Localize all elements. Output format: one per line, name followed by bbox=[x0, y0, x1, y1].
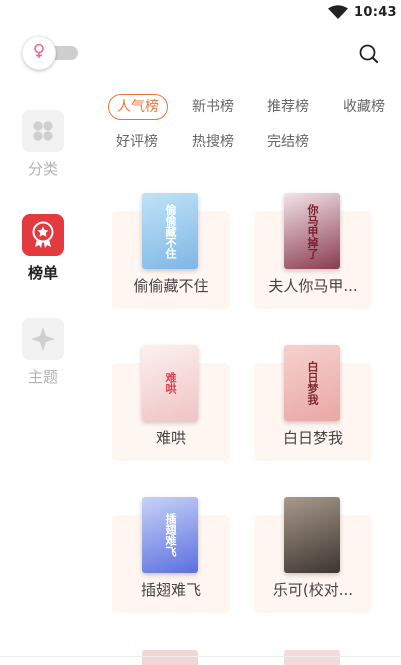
book-item[interactable]: 插翅难飞 插翅难飞 bbox=[112, 497, 230, 613]
tab-top-rated[interactable]: 好评榜 bbox=[116, 129, 158, 155]
book-item[interactable]: 白日梦我 白日梦我 bbox=[254, 345, 372, 461]
cover-text: 偷偷藏不住 bbox=[164, 203, 177, 259]
tab-recommended[interactable]: 推荐榜 bbox=[267, 94, 309, 120]
sidebar-item-label: 榜单 bbox=[27, 264, 58, 282]
sidebar-item-ranking[interactable]: 榜单 bbox=[18, 214, 68, 283]
ranking-icon bbox=[22, 214, 64, 256]
book-title: 白日梦我 bbox=[282, 429, 343, 447]
book-cover: 偷偷藏不住 bbox=[142, 193, 198, 269]
bottom-divider bbox=[0, 656, 401, 657]
book-title: 难哄 bbox=[155, 429, 186, 447]
tab-popular[interactable]: 人气榜 bbox=[108, 94, 168, 120]
tab-completed[interactable]: 完结榜 bbox=[267, 129, 309, 155]
sidebar-item-label: 分类 bbox=[27, 160, 58, 178]
book-cover bbox=[284, 497, 340, 573]
book-item[interactable]: 你马甲掉了 夫人你马甲... bbox=[254, 193, 372, 309]
search-button[interactable] bbox=[357, 42, 381, 66]
book-cover: 你马甲掉了 bbox=[284, 193, 340, 269]
book-cover: 白日梦我 bbox=[284, 345, 340, 421]
book-item[interactable]: 乐可(校对... bbox=[254, 497, 372, 613]
cover-text: 你马甲掉了 bbox=[306, 203, 319, 259]
book-item[interactable]: 偷偷藏不住 偷偷藏不住 bbox=[112, 193, 230, 309]
book-cover: 插翅难飞 bbox=[142, 497, 198, 573]
female-icon bbox=[32, 43, 46, 63]
toggle-knob bbox=[22, 36, 56, 70]
status-bar: 10:43 bbox=[0, 0, 401, 26]
book-cover: 难哄 bbox=[142, 345, 198, 421]
tab-new[interactable]: 新书榜 bbox=[192, 94, 234, 120]
book-item[interactable]: 难哄 难哄 bbox=[112, 345, 230, 461]
tab-favorites[interactable]: 收藏榜 bbox=[343, 94, 385, 120]
cover-text bbox=[284, 497, 340, 573]
theme-icon bbox=[22, 318, 64, 360]
tab-hot-search[interactable]: 热搜榜 bbox=[192, 129, 234, 155]
cover-text: 插翅难飞 bbox=[164, 513, 177, 557]
category-icon bbox=[22, 110, 64, 152]
book-title: 夫人你马甲... bbox=[268, 277, 358, 295]
book-cover-partial[interactable] bbox=[284, 650, 340, 665]
sidebar-item-label: 主题 bbox=[27, 368, 58, 386]
search-icon bbox=[357, 44, 381, 70]
theme-toggle[interactable] bbox=[22, 36, 80, 70]
wifi-icon bbox=[328, 5, 348, 24]
sidebar-item-theme[interactable]: 主题 bbox=[18, 318, 68, 387]
sidebar-item-category[interactable]: 分类 bbox=[18, 110, 68, 179]
book-title: 乐可(校对... bbox=[272, 581, 354, 599]
book-title: 偷偷藏不住 bbox=[133, 277, 209, 295]
status-time: 10:43 bbox=[354, 5, 397, 20]
book-cover-partial[interactable] bbox=[142, 650, 198, 665]
cover-text: 白日梦我 bbox=[306, 361, 319, 405]
book-title: 插翅难飞 bbox=[140, 581, 201, 599]
cover-text: 难哄 bbox=[164, 372, 177, 394]
